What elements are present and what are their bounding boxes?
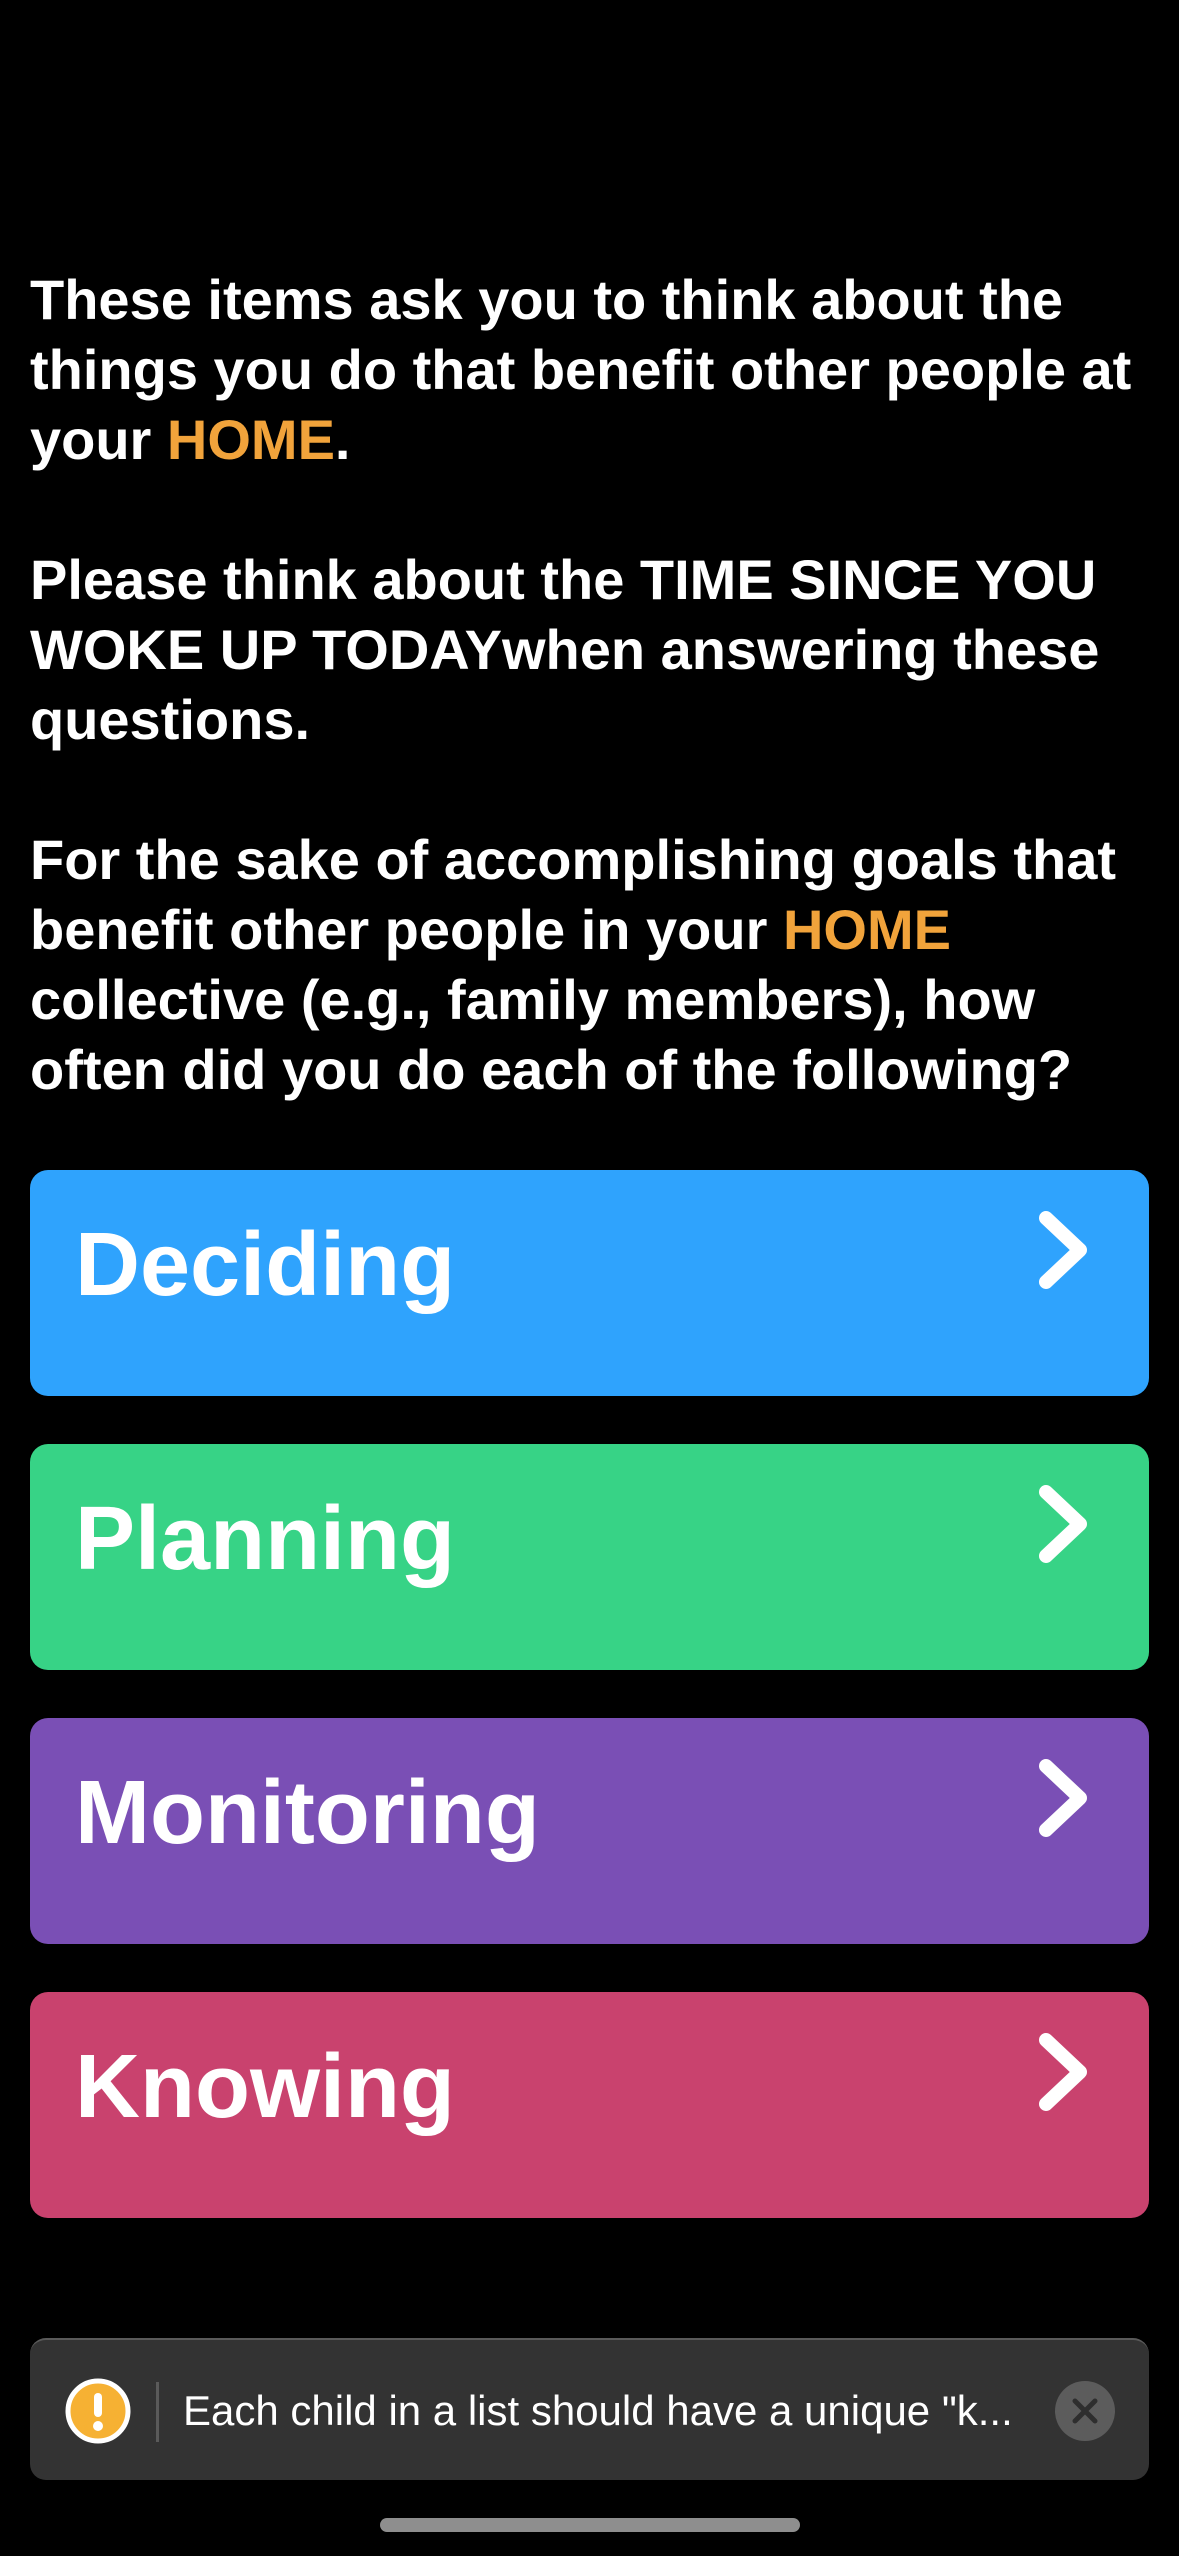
chevron-right-icon — [1039, 2033, 1087, 2111]
category-label: Knowing — [75, 2037, 455, 2137]
chevron-right-icon — [1039, 1485, 1087, 1563]
category-card-deciding[interactable]: Deciding — [30, 1170, 1149, 1396]
home-indicator[interactable] — [380, 2518, 800, 2532]
category-card-monitoring[interactable]: Monitoring — [30, 1718, 1149, 1944]
home-highlight: HOME — [166, 408, 335, 471]
close-icon[interactable] — [1054, 2380, 1116, 2442]
category-label: Monitoring — [75, 1763, 540, 1863]
instruction-timeframe: Please think about the TIME SINCE YOU WO… — [30, 548, 1100, 751]
home-highlight: HOME — [782, 898, 951, 961]
toast-message[interactable]: Each child in a list should have a uniqu… — [183, 2384, 1053, 2438]
toast-divider — [156, 2382, 159, 2442]
instruction-question: For the sake of accomplishing goals that… — [30, 828, 1116, 1101]
warning-toast[interactable]: Each child in a list should have a uniqu… — [30, 2338, 1149, 2480]
instruction-context: These items ask you to think about the t… — [30, 268, 1132, 471]
instructions: These items ask you to think about the t… — [30, 265, 1150, 1175]
chevron-right-icon — [1039, 1211, 1087, 1289]
category-card-planning[interactable]: Planning — [30, 1444, 1149, 1670]
category-label: Deciding — [75, 1215, 456, 1315]
warning-icon — [65, 2378, 131, 2444]
category-label: Planning — [75, 1489, 455, 1589]
chevron-right-icon — [1039, 1759, 1087, 1837]
category-card-knowing[interactable]: Knowing — [30, 1992, 1149, 2218]
